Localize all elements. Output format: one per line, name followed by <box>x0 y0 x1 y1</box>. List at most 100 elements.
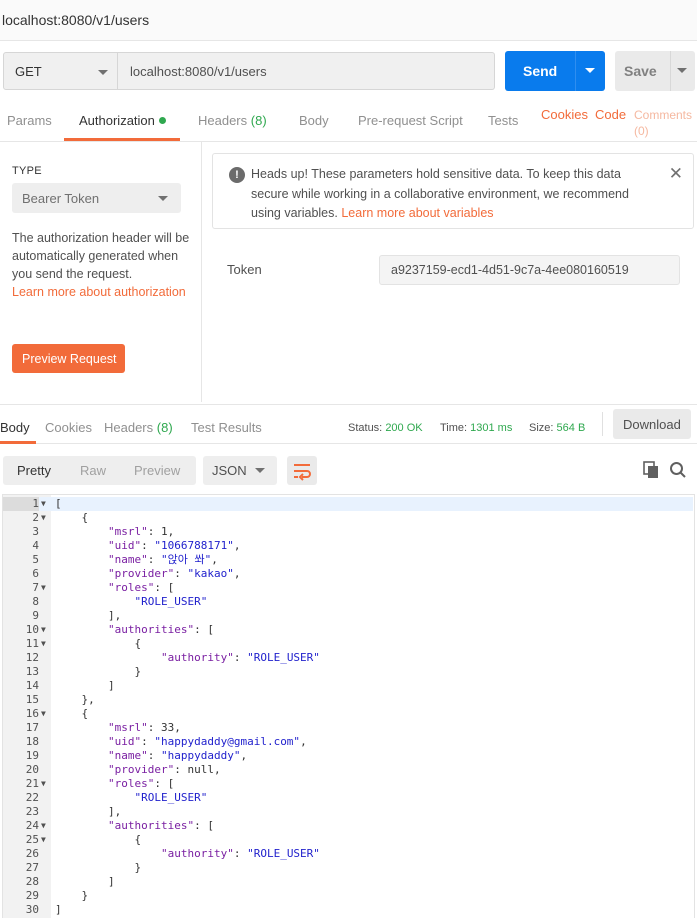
response-body-viewer[interactable]: 1 ▼[2 ▼ {3 "msrl": 1, 4 "uid": "1066788171"… <box>2 494 695 918</box>
code-line: 3 "msrl": 1, <box>3 525 693 539</box>
tab-tests[interactable]: Tests <box>488 113 518 128</box>
window-titlebar: localhost:8080/v1/users <box>0 0 697 41</box>
code-line: 28 ] <box>3 875 693 889</box>
code-line: 30] <box>3 903 693 917</box>
view-mode-group: Pretty Raw Preview <box>3 456 196 485</box>
wrap-lines-button[interactable] <box>287 456 317 485</box>
line-number: 9 <box>32 609 39 622</box>
code-text: "authorities": [ <box>107 623 214 636</box>
request-tabs: Params Authorization Headers (8) Body Pr… <box>0 100 697 142</box>
tab-response-body[interactable]: Body <box>0 420 30 435</box>
url-input[interactable]: localhost:8080/v1/users <box>118 52 495 90</box>
cookies-link[interactable]: Cookies <box>541 107 588 122</box>
line-number: 17 <box>25 721 39 734</box>
fold-toggle-icon[interactable]: ▼ <box>41 777 46 791</box>
tab-test-results[interactable]: Test Results <box>191 420 262 435</box>
line-number: 8 <box>32 595 39 608</box>
tab-response-headers-count: (8) <box>156 420 173 435</box>
response-tabs: Body Cookies Headers (8) Test Results St… <box>0 404 697 444</box>
fold-toggle-icon[interactable]: ▼ <box>41 819 46 833</box>
code-text: "provider": null, <box>107 763 221 776</box>
code-line: 10 ▼ "authorities": [ <box>3 623 693 637</box>
code-text: ], <box>55 805 122 818</box>
preview-request-button[interactable]: Preview Request <box>12 344 125 373</box>
code-text: "uid": "1066788171", <box>107 539 241 552</box>
tab-authorization[interactable]: Authorization <box>79 113 166 128</box>
line-number: 18 <box>25 735 39 748</box>
code-line: 19 "name": "happydaddy", <box>3 749 693 763</box>
format-value: JSON <box>212 463 247 478</box>
time-label: Time: <box>440 422 468 434</box>
line-number: 25 <box>25 833 39 846</box>
code-line: 9 ], <box>3 609 693 623</box>
learn-more-variables-link[interactable]: Learn more about variables <box>341 206 493 220</box>
save-button[interactable]: Save <box>615 51 695 91</box>
format-select[interactable]: JSON <box>203 456 277 485</box>
code-line: 22 "ROLE_USER" <box>3 791 693 805</box>
line-number: 1 <box>3 497 39 511</box>
line-number: 10 <box>25 623 39 636</box>
token-input[interactable]: a9237159-ecd1-4d51-9c7a-4ee080160519 <box>379 255 680 285</box>
code-line: 26 "authority": "ROLE_USER" <box>3 847 693 861</box>
fold-toggle-icon[interactable]: ▼ <box>41 833 46 847</box>
line-number: 5 <box>32 553 39 566</box>
code-text: } <box>55 861 142 874</box>
code-text: "authorities": [ <box>107 819 214 832</box>
code-link[interactable]: Code <box>595 107 626 122</box>
fold-toggle-icon[interactable]: ▼ <box>41 511 46 525</box>
search-icon[interactable] <box>669 461 687 479</box>
code-text: "provider": "kakao", <box>107 567 241 580</box>
fold-toggle-icon[interactable]: ▼ <box>41 637 46 651</box>
code-text: "name": "앉아 쏴", <box>107 553 218 566</box>
chevron-down-icon <box>98 70 108 75</box>
fold-toggle-icon[interactable]: ▼ <box>41 581 46 595</box>
code-line: 8 "ROLE_USER" <box>3 595 693 609</box>
view-pretty[interactable]: Pretty <box>17 463 51 478</box>
line-number: 28 <box>25 875 39 888</box>
tab-response-headers[interactable]: Headers (8) <box>104 420 173 435</box>
line-number: 26 <box>25 847 39 860</box>
code-text: }, <box>55 693 95 706</box>
send-button[interactable]: Send <box>505 51 605 91</box>
comments-link[interactable]: Comments (0) <box>634 107 692 139</box>
download-button[interactable]: Download <box>613 409 691 439</box>
tab-authorization-label: Authorization <box>79 113 155 128</box>
code-line: 12 "authority": "ROLE_USER" <box>3 651 693 665</box>
learn-more-authorization-link[interactable]: Learn more about authorization <box>12 285 186 299</box>
code-line: 15 }, <box>3 693 693 707</box>
url-value: localhost:8080/v1/users <box>130 64 267 79</box>
code-text: } <box>55 665 142 678</box>
code-text: { <box>55 707 89 720</box>
preview-request-label: Preview Request <box>22 352 117 366</box>
copy-icon[interactable] <box>643 461 659 479</box>
fold-toggle-icon[interactable]: ▼ <box>41 497 46 511</box>
chevron-down-icon[interactable] <box>585 68 595 73</box>
chevron-down-icon[interactable] <box>677 68 687 73</box>
auth-type-select[interactable]: Bearer Token <box>12 183 181 213</box>
close-icon[interactable]: ✕ <box>669 164 683 184</box>
tab-body[interactable]: Body <box>299 113 329 128</box>
method-select[interactable]: GET <box>3 52 118 90</box>
code-text: "msrl": 33, <box>107 721 181 734</box>
view-raw[interactable]: Raw <box>80 463 106 478</box>
tab-response-cookies[interactable]: Cookies <box>45 420 92 435</box>
fold-toggle-icon[interactable]: ▼ <box>41 707 46 721</box>
tab-prerequest-script[interactable]: Pre-request Script <box>358 113 463 128</box>
fold-toggle-icon[interactable]: ▼ <box>41 623 46 637</box>
tab-headers[interactable]: Headers (8) <box>198 113 267 128</box>
token-label: Token <box>227 262 262 277</box>
view-preview[interactable]: Preview <box>134 463 180 478</box>
code-text: "authority": "ROLE_USER" <box>160 847 320 860</box>
line-number: 6 <box>32 567 39 580</box>
wrap-lines-icon <box>294 464 311 481</box>
divider <box>602 412 603 436</box>
line-number: 13 <box>25 665 39 678</box>
code-line: 29 } <box>3 889 693 903</box>
code-text: ] <box>55 903 62 916</box>
code-line: 1 ▼ [ <box>3 497 693 511</box>
code-line: 7 ▼ "roles": [ <box>3 581 693 595</box>
active-tab-underline <box>64 138 180 141</box>
auth-description-text: The authorization header will be automat… <box>12 231 190 281</box>
line-number: 30 <box>25 903 39 916</box>
tab-params[interactable]: Params <box>7 113 52 128</box>
